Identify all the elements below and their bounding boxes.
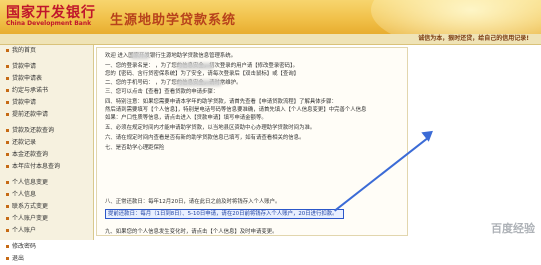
sidebar-item-early-repay[interactable]: 提前还款申请 bbox=[0, 109, 93, 121]
bullet-icon bbox=[6, 205, 9, 208]
sidebar-item-logout[interactable]: 退出 bbox=[0, 253, 93, 265]
notice-panel: 欢迎 进入国家开发银行生源地助学贷款信息管理系统。 一、您的登录名是： ，为了您… bbox=[96, 47, 408, 236]
notice-line: 七、是否助学心理距保险 bbox=[105, 145, 165, 151]
bullet-icon bbox=[6, 89, 9, 92]
bullet-icon bbox=[6, 77, 9, 80]
slogan-text: 诚信为本，狠时还贷，给自己的信用记录! bbox=[418, 35, 529, 42]
bullet-icon bbox=[6, 229, 9, 232]
redacted-name bbox=[131, 53, 149, 59]
bank-name-en: China Development Bank bbox=[6, 20, 92, 27]
sidebar: 我的首页 贷款申请 贷款申请表 约定与承诺书 贷款申请 提前还款申请 贷款及还款… bbox=[0, 45, 94, 262]
bullet-icon bbox=[6, 113, 9, 116]
bullet-icon bbox=[6, 165, 9, 168]
bullet-icon bbox=[6, 101, 9, 104]
system-title: 生源地助学贷款系统 bbox=[110, 13, 237, 28]
sidebar-item-agreement[interactable]: 约定与承诺书 bbox=[0, 85, 93, 97]
sidebar-item-repay-query[interactable]: 贷款及还款查询 bbox=[0, 125, 93, 137]
header-banner: 国家开发银行 China Development Bank 生源地助学贷款系统 bbox=[0, 0, 541, 34]
welcome-text: 欢迎 进入国家开发银行生源地助学贷款信息管理系统。 bbox=[105, 53, 237, 59]
sidebar-item-account-change[interactable]: 个人账户变更 bbox=[0, 213, 93, 225]
main-content: 欢迎 进入国家开发银行生源地助学贷款信息管理系统。 一、您的登录名是： ，为了您… bbox=[96, 45, 541, 240]
notice-line: 然后请到需要填写【个人信息】，特别是电话号码等信息要准确，请首先填入【个人信息变… bbox=[105, 107, 367, 113]
notice-line: 六、请在规定时间内查看是否有新的助学贷款信息已填写，如有请查看相关的信息。 bbox=[105, 135, 305, 141]
bullet-icon bbox=[6, 193, 9, 196]
sidebar-item-account[interactable]: 个人账户 bbox=[0, 225, 93, 237]
notice-line: 九、如果您的个人信息发生变化时，请点击【个人信息】及时申请变更。 bbox=[105, 229, 278, 235]
bullet-icon bbox=[6, 49, 9, 52]
sidebar-item-interest-query[interactable]: 本年应付本息查询 bbox=[0, 161, 93, 173]
redacted-login bbox=[177, 63, 213, 69]
sidebar-item-change-password[interactable]: 修改密码 bbox=[0, 241, 93, 253]
bullet-icon bbox=[6, 141, 9, 144]
redacted-phone bbox=[177, 80, 221, 86]
notice-line: 五、必须在规定时间内才能申请助学贷款，以当地县区资助中心办理助学贷款时间为准。 bbox=[105, 125, 316, 131]
sidebar-item-repay-record[interactable]: 还款记录 bbox=[0, 137, 93, 149]
watermark: 百度经验 bbox=[491, 222, 535, 235]
sidebar-item-contact-change[interactable]: 联系方式变更 bbox=[0, 201, 93, 213]
notice-line: 四、特别注意：如果您需要申请本学年的助学贷款，请首先查看【申请贷款流程】了解具体… bbox=[105, 99, 337, 105]
sidebar-item-info-change[interactable]: 个人信息变更 bbox=[0, 177, 93, 189]
bullet-icon bbox=[6, 217, 9, 220]
header-glow bbox=[371, 0, 541, 34]
bank-name-zh: 国家开发银行 bbox=[6, 5, 96, 21]
bullet-icon bbox=[6, 153, 9, 156]
notice-line: 八、正常还款日：每年12月20日，请在此日之前及时将钱存入个人账户。 bbox=[105, 199, 281, 205]
notice-line: 二、您的手机号码： ，为了您的信息安全，请时常维护。 bbox=[105, 80, 242, 86]
bullet-icon bbox=[6, 181, 9, 184]
bullet-icon bbox=[6, 65, 9, 68]
notice-line: 三、您可以点击【查看】查看贷款的申请步骤： bbox=[105, 89, 219, 95]
sidebar-item-principal-query[interactable]: 本金还款查询 bbox=[0, 149, 93, 161]
sidebar-item-loan-application[interactable]: 贷款申请 bbox=[0, 61, 93, 73]
bullet-icon bbox=[6, 245, 9, 248]
notice-line: 您的【密码、含行贷密保系统】为了安全，请每次登录后【双击鼠标】或【查询】 bbox=[105, 71, 300, 77]
bullet-icon bbox=[6, 257, 9, 260]
sidebar-item-loan-apply[interactable]: 贷款申请 bbox=[0, 97, 93, 109]
sidebar-item-loan-form[interactable]: 贷款申请表 bbox=[0, 73, 93, 85]
highlighted-repay-notice: 提前还款日：每月（1日到8日）、5-10日申请，请在20日前将钱存入个人账户，2… bbox=[105, 209, 344, 219]
notice-line: 如果：户口性质等信息，请点击进入【贷款申请】填写申请金额等。 bbox=[105, 115, 267, 121]
bullet-icon bbox=[6, 129, 9, 132]
sidebar-item-personal-info[interactable]: 个人信息 bbox=[0, 189, 93, 201]
sidebar-item-home[interactable]: 我的首页 bbox=[0, 45, 93, 57]
